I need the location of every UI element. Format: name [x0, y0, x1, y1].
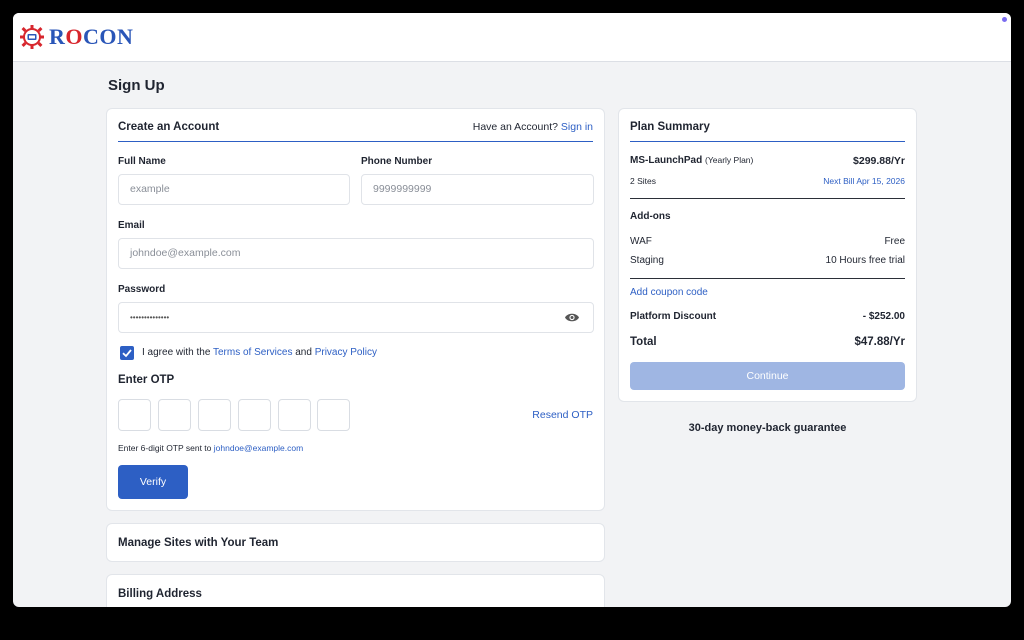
page-title: Sign Up	[108, 77, 165, 94]
verify-button[interactable]: Verify	[118, 465, 188, 499]
brand-name: ROCON	[49, 24, 134, 49]
phone-input[interactable]: 9999999999	[361, 174, 594, 205]
otp-digit-6[interactable]	[317, 399, 350, 431]
show-password-eye-icon[interactable]	[564, 311, 580, 324]
discount-label: Platform Discount	[630, 311, 717, 322]
terms-agreement-text: I agree with the Terms of Services and P…	[142, 347, 377, 358]
sign-in-link[interactable]: Sign in	[561, 121, 593, 133]
total-value: $47.88/Yr	[854, 336, 905, 348]
privacy-link[interactable]: Privacy Policy	[315, 347, 377, 358]
plan-name: MS-LaunchPad (Yearly Plan)	[630, 155, 754, 166]
otp-title: Enter OTP	[118, 374, 175, 386]
gear-logo-icon	[20, 25, 44, 49]
password-value: ••••••••••••••	[130, 313, 170, 322]
otp-hint: Enter 6-digit OTP sent to johndoe@exampl…	[118, 443, 304, 453]
addon-name: Staging	[630, 255, 664, 266]
otp-digit-3[interactable]	[198, 399, 231, 431]
create-account-card: Create an Account Have an Account? Sign …	[106, 108, 605, 511]
divider	[630, 198, 905, 199]
resend-otp-link[interactable]: Resend OTP	[532, 409, 593, 421]
password-input[interactable]: ••••••••••••••	[118, 302, 594, 333]
total-label: Total	[630, 336, 657, 348]
card-title: Plan Summary	[630, 121, 710, 133]
next-bill-date: Next Bill Apr 15, 2026	[823, 176, 905, 186]
full-name-label: Full Name	[118, 156, 166, 167]
manage-team-section[interactable]: Manage Sites with Your Team	[106, 523, 605, 562]
email-input[interactable]: johndoe@example.com	[118, 238, 594, 269]
section-title: Billing Address	[118, 588, 202, 600]
addon-value: Free	[884, 236, 905, 247]
addon-name: WAF	[630, 236, 652, 247]
terms-checkbox[interactable]	[120, 346, 134, 360]
full-name-input[interactable]: example	[118, 174, 350, 205]
plan-price: $299.88/Yr	[853, 155, 905, 167]
divider	[630, 278, 905, 279]
otp-digit-1[interactable]	[118, 399, 151, 431]
continue-button[interactable]: Continue	[630, 362, 905, 390]
section-title: Manage Sites with Your Team	[118, 537, 279, 549]
otp-email-link[interactable]: johndoe@example.com	[214, 443, 303, 453]
addon-value: 10 Hours free trial	[825, 255, 905, 266]
status-dot	[1002, 17, 1007, 22]
have-account-text: Have an Account? Sign in	[472, 121, 593, 133]
card-header: Plan Summary	[630, 109, 905, 142]
add-coupon-link[interactable]: Add coupon code	[630, 287, 708, 298]
money-back-guarantee: 30-day money-back guarantee	[688, 422, 847, 434]
card-header: Create an Account Have an Account? Sign …	[118, 109, 593, 142]
otp-digit-4[interactable]	[238, 399, 271, 431]
terms-link[interactable]: Terms of Services	[213, 347, 292, 358]
otp-digit-2[interactable]	[158, 399, 191, 431]
discount-value: - $252.00	[862, 311, 905, 322]
brand-logo[interactable]: ROCON	[19, 24, 133, 50]
top-bar: ROCON	[13, 13, 1011, 62]
app-window: ROCON Sign Up Create an Account Have an …	[13, 13, 1011, 607]
check-icon	[122, 349, 132, 358]
plan-summary-card: Plan Summary MS-LaunchPad (Yearly Plan) …	[618, 108, 917, 402]
billing-address-section[interactable]: Billing Address	[106, 574, 605, 607]
password-label: Password	[118, 284, 166, 295]
sites-count: 2 Sites	[630, 176, 656, 186]
phone-label: Phone Number	[361, 156, 433, 167]
otp-digit-5[interactable]	[278, 399, 311, 431]
card-title: Create an Account	[118, 121, 220, 133]
email-label: Email	[118, 220, 145, 231]
